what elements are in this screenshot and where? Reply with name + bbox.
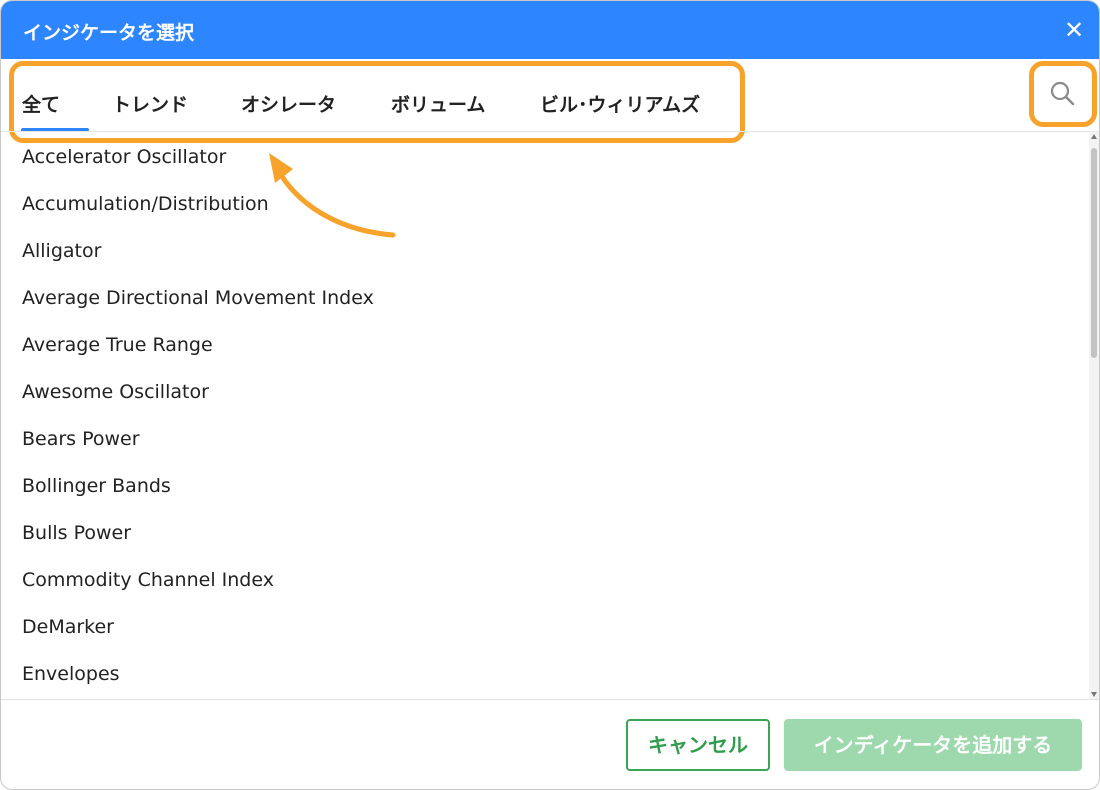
list-item[interactable]: Awesome Oscillator <box>22 381 209 403</box>
list-item[interactable]: Accelerator Oscillator <box>22 146 226 168</box>
list-item[interactable]: Bulls Power <box>22 522 131 544</box>
tab-all[interactable]: 全て <box>22 90 60 117</box>
list-item[interactable]: Alligator <box>22 240 101 262</box>
list-scrollbar[interactable] <box>1089 132 1099 699</box>
scroll-down-icon[interactable] <box>1091 692 1097 697</box>
list-item[interactable]: DeMarker <box>22 616 114 638</box>
cancel-button[interactable]: キャンセル <box>626 719 770 771</box>
tab-volume[interactable]: ボリューム <box>391 90 485 117</box>
title-bar: インジケータを選択 ✕ <box>1 1 1099 59</box>
tab-bill-williams[interactable]: ビル･ウィリアムズ <box>540 90 700 117</box>
list-item[interactable]: Bears Power <box>22 428 140 450</box>
list-item[interactable]: Accumulation/Distribution <box>22 193 269 215</box>
scroll-thumb[interactable] <box>1091 148 1097 358</box>
search-button[interactable] <box>1029 61 1097 127</box>
list-item[interactable]: Average True Range <box>22 334 213 356</box>
tab-oscillator[interactable]: オシレータ <box>241 90 336 117</box>
list-item[interactable]: Bollinger Bands <box>22 475 171 497</box>
footer-divider <box>1 699 1099 700</box>
close-icon[interactable]: ✕ <box>1059 15 1089 45</box>
tab-trend[interactable]: トレンド <box>112 90 188 117</box>
indicator-list: Accelerator Oscillator Accumulation/Dist… <box>1 132 1089 699</box>
list-item[interactable]: Commodity Channel Index <box>22 569 274 591</box>
list-item[interactable]: Envelopes <box>22 663 120 685</box>
add-indicator-button[interactable]: インディケータを追加する <box>784 719 1082 771</box>
search-icon[interactable] <box>1049 80 1075 106</box>
scroll-up-icon[interactable] <box>1091 134 1097 139</box>
list-item[interactable]: Average Directional Movement Index <box>22 287 374 309</box>
select-indicator-dialog: インジケータを選択 ✕ 全て トレンド オシレータ ボリューム ビル･ウィリアム… <box>0 0 1100 790</box>
dialog-title: インジケータを選択 <box>23 22 195 44</box>
